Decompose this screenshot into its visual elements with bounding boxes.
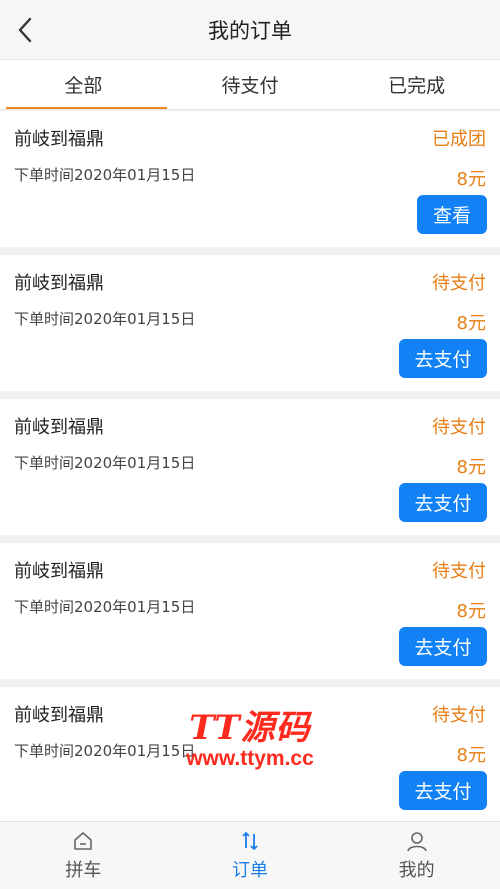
nav-item-carpool[interactable]: 拼车 xyxy=(0,822,167,889)
order-price: 8元 xyxy=(456,457,486,478)
order-tabs: 全部 待支付 已完成 xyxy=(0,60,500,110)
order-price: 8元 xyxy=(456,601,486,622)
order-card[interactable]: 前岐到福鼎 待支付 下单时间2020年01月15日 8元 去支付 xyxy=(0,687,500,821)
pay-button[interactable]: 去支付 xyxy=(399,627,487,666)
nav-item-mine[interactable]: 我的 xyxy=(333,822,500,889)
order-card[interactable]: 前岐到福鼎 已成团 下单时间2020年01月15日 8元 查看 xyxy=(0,111,500,247)
bottom-nav: 拼车 订单 我的 xyxy=(0,821,500,889)
tab-completed[interactable]: 已完成 xyxy=(333,60,500,109)
home-icon xyxy=(72,829,94,853)
order-time: 下单时间2020年01月15日 xyxy=(14,310,196,328)
order-route: 前岐到福鼎 xyxy=(14,417,104,438)
user-icon xyxy=(406,829,428,853)
order-status: 待支付 xyxy=(432,705,486,726)
order-time: 下单时间2020年01月15日 xyxy=(14,742,196,760)
order-card[interactable]: 前岐到福鼎 待支付 下单时间2020年01月15日 8元 去支付 xyxy=(0,255,500,391)
order-status: 待支付 xyxy=(432,417,486,438)
order-card[interactable]: 前岐到福鼎 待支付 下单时间2020年01月15日 8元 去支付 xyxy=(0,399,500,535)
order-status: 待支付 xyxy=(432,561,486,582)
order-status: 待支付 xyxy=(432,273,486,294)
pay-button[interactable]: 去支付 xyxy=(399,771,487,810)
app-header: 我的订单 xyxy=(0,0,500,60)
order-route: 前岐到福鼎 xyxy=(14,129,104,150)
chevron-left-icon xyxy=(18,17,32,43)
pay-button[interactable]: 去支付 xyxy=(399,339,487,378)
order-card[interactable]: 前岐到福鼎 待支付 下单时间2020年01月15日 8元 去支付 xyxy=(0,543,500,679)
view-button[interactable]: 查看 xyxy=(417,195,487,234)
order-route: 前岐到福鼎 xyxy=(14,705,104,726)
order-status: 已成团 xyxy=(432,129,486,150)
nav-label: 我的 xyxy=(398,860,435,881)
sort-arrows-icon xyxy=(239,829,261,853)
order-price: 8元 xyxy=(456,169,486,190)
order-price: 8元 xyxy=(456,745,486,766)
tab-pending-payment[interactable]: 待支付 xyxy=(167,60,334,109)
page-title: 我的订单 xyxy=(208,18,292,43)
order-time: 下单时间2020年01月15日 xyxy=(14,454,196,472)
order-route: 前岐到福鼎 xyxy=(14,561,104,582)
back-button[interactable] xyxy=(10,14,40,46)
nav-item-orders[interactable]: 订单 xyxy=(167,822,334,889)
order-route: 前岐到福鼎 xyxy=(14,273,104,294)
nav-label: 订单 xyxy=(232,860,268,881)
order-price: 8元 xyxy=(456,313,486,334)
nav-label: 拼车 xyxy=(65,860,102,881)
order-time: 下单时间2020年01月15日 xyxy=(14,166,196,184)
pay-button[interactable]: 去支付 xyxy=(399,483,487,522)
order-list: 前岐到福鼎 已成团 下单时间2020年01月15日 8元 查看 前岐到福鼎 待支… xyxy=(0,111,500,821)
order-time: 下单时间2020年01月15日 xyxy=(14,598,196,616)
tab-all[interactable]: 全部 xyxy=(0,60,167,109)
